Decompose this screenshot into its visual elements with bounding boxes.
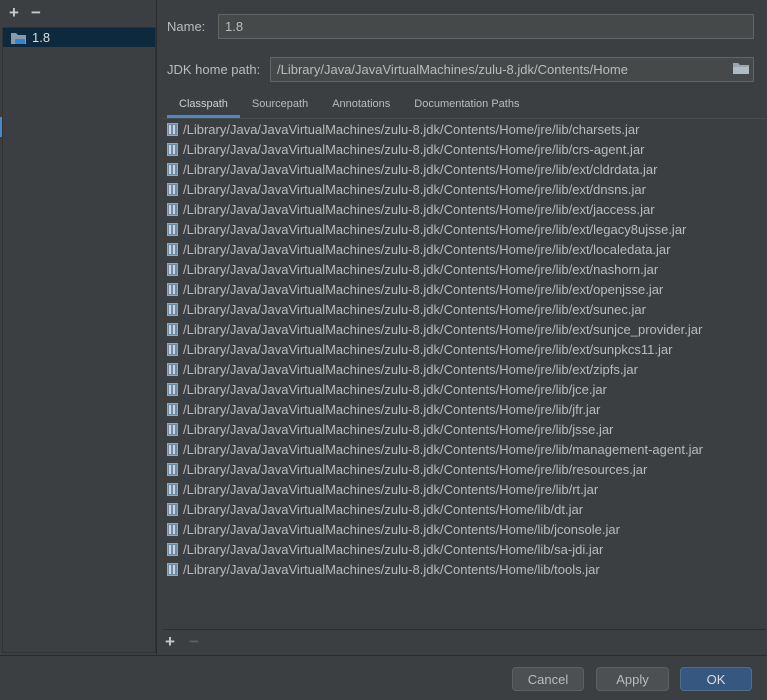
list-item[interactable]: /Library/Java/JavaVirtualMachines/zulu-8… [163,419,766,439]
list-item[interactable]: /Library/Java/JavaVirtualMachines/zulu-8… [163,479,766,499]
tab-classpath[interactable]: Classpath [167,94,240,118]
jar-file-icon [167,282,178,296]
jar-file-icon [167,542,178,556]
sdk-list-panel: + − 1.8 [0,0,157,655]
jar-path-label: /Library/Java/JavaVirtualMachines/zulu-8… [183,521,620,537]
jar-path-label: /Library/Java/JavaVirtualMachines/zulu-8… [183,501,584,517]
ok-button[interactable]: OK [680,667,752,691]
jar-file-icon [167,422,178,436]
list-item[interactable]: /Library/Java/JavaVirtualMachines/zulu-8… [163,239,766,259]
jdk-home-path-field[interactable] [270,57,754,82]
tab-sourcepath[interactable]: Sourcepath [240,94,320,118]
jar-path-label: /Library/Java/JavaVirtualMachines/zulu-8… [183,141,645,157]
list-item[interactable]: /Library/Java/JavaVirtualMachines/zulu-8… [163,399,766,419]
jar-path-label: /Library/Java/JavaVirtualMachines/zulu-8… [183,221,687,237]
jar-path-label: /Library/Java/JavaVirtualMachines/zulu-8… [183,361,638,377]
list-item[interactable]: /Library/Java/JavaVirtualMachines/zulu-8… [163,319,766,339]
classpath-toolbar: + − [163,631,199,653]
list-item[interactable]: /Library/Java/JavaVirtualMachines/zulu-8… [163,279,766,299]
jar-path-label: /Library/Java/JavaVirtualMachines/zulu-8… [183,461,648,477]
list-item[interactable]: /Library/Java/JavaVirtualMachines/zulu-8… [163,439,766,459]
jar-path-label: /Library/Java/JavaVirtualMachines/zulu-8… [183,381,607,397]
jar-path-label: /Library/Java/JavaVirtualMachines/zulu-8… [183,121,640,137]
focus-indicator [0,117,2,137]
jar-file-icon [167,222,178,236]
jdk-home-path-label: JDK home path: [167,62,261,77]
list-item[interactable]: /Library/Java/JavaVirtualMachines/zulu-8… [163,159,766,179]
list-item[interactable]: /Library/Java/JavaVirtualMachines/zulu-8… [163,519,766,539]
list-item[interactable]: /Library/Java/JavaVirtualMachines/zulu-8… [163,179,766,199]
jar-file-icon [167,362,178,376]
remove-sdk-button[interactable]: − [31,3,41,23]
remove-path-button[interactable]: − [189,632,199,652]
jdk-folder-icon [10,31,28,45]
list-item[interactable]: /Library/Java/JavaVirtualMachines/zulu-8… [163,359,766,379]
jar-path-label: /Library/Java/JavaVirtualMachines/zulu-8… [183,421,614,437]
jar-file-icon [167,502,178,516]
jar-path-label: /Library/Java/JavaVirtualMachines/zulu-8… [183,201,655,217]
jar-file-icon [167,242,178,256]
jar-path-label: /Library/Java/JavaVirtualMachines/zulu-8… [183,401,601,417]
jar-file-icon [167,562,178,576]
cancel-button[interactable]: Cancel [512,667,584,691]
list-item[interactable]: /Library/Java/JavaVirtualMachines/zulu-8… [163,259,766,279]
tab-annotations[interactable]: Annotations [320,94,402,118]
jar-path-label: /Library/Java/JavaVirtualMachines/zulu-8… [183,481,599,497]
jar-file-icon [167,442,178,456]
jar-path-label: /Library/Java/JavaVirtualMachines/zulu-8… [183,301,646,317]
jar-file-icon [167,262,178,276]
jar-path-label: /Library/Java/JavaVirtualMachines/zulu-8… [183,181,646,197]
jdk-home-path-container [270,57,754,82]
list-item[interactable]: /Library/Java/JavaVirtualMachines/zulu-8… [163,199,766,219]
jar-file-icon [167,162,178,176]
jar-path-label: /Library/Java/JavaVirtualMachines/zulu-8… [183,241,671,257]
jar-file-icon [167,482,178,496]
sdk-list-toolbar: + − [9,3,41,23]
jar-file-icon [167,202,178,216]
jar-file-icon [167,382,178,396]
jar-file-icon [167,182,178,196]
jar-file-icon [167,462,178,476]
jar-path-label: /Library/Java/JavaVirtualMachines/zulu-8… [183,161,658,177]
list-item[interactable]: /Library/Java/JavaVirtualMachines/zulu-8… [163,559,766,579]
list-item[interactable]: /Library/Java/JavaVirtualMachines/zulu-8… [163,119,766,139]
jar-path-label: /Library/Java/JavaVirtualMachines/zulu-8… [183,281,664,297]
jar-path-label: /Library/Java/JavaVirtualMachines/zulu-8… [183,341,673,357]
tab-documentation-paths[interactable]: Documentation Paths [402,94,531,118]
jar-file-icon [167,322,178,336]
jar-file-icon [167,402,178,416]
jar-path-label: /Library/Java/JavaVirtualMachines/zulu-8… [183,561,600,577]
jar-file-icon [167,342,178,356]
list-item[interactable]: /Library/Java/JavaVirtualMachines/zulu-8… [163,459,766,479]
list-item[interactable]: /Library/Java/JavaVirtualMachines/zulu-8… [163,379,766,399]
jar-path-label: /Library/Java/JavaVirtualMachines/zulu-8… [183,441,704,457]
add-path-button[interactable]: + [165,632,175,652]
list-item[interactable]: /Library/Java/JavaVirtualMachines/zulu-8… [163,499,766,519]
apply-button[interactable]: Apply [596,667,669,691]
name-label: Name: [167,19,206,34]
jar-file-icon [167,142,178,156]
name-field[interactable] [218,14,754,39]
folder-icon[interactable] [732,60,750,76]
jar-file-icon [167,122,178,136]
path-tabs: Classpath Sourcepath Annotations Documen… [167,94,531,118]
add-sdk-button[interactable]: + [9,3,19,23]
sdk-list: 1.8 [2,27,156,653]
list-item[interactable]: /Library/Java/JavaVirtualMachines/zulu-8… [163,219,766,239]
sdk-item-1-8[interactable]: 1.8 [3,28,155,47]
sdk-item-label: 1.8 [32,30,51,45]
jar-file-icon [167,302,178,316]
dialog-footer: Cancel Apply OK [0,655,767,700]
list-item[interactable]: /Library/Java/JavaVirtualMachines/zulu-8… [163,539,766,559]
jar-path-label: /Library/Java/JavaVirtualMachines/zulu-8… [183,321,703,337]
list-item[interactable]: /Library/Java/JavaVirtualMachines/zulu-8… [163,139,766,159]
list-item[interactable]: /Library/Java/JavaVirtualMachines/zulu-8… [163,339,766,359]
jar-path-label: /Library/Java/JavaVirtualMachines/zulu-8… [183,541,604,557]
list-item[interactable]: /Library/Java/JavaVirtualMachines/zulu-8… [163,299,766,319]
jar-path-label: /Library/Java/JavaVirtualMachines/zulu-8… [183,261,659,277]
classpath-list: /Library/Java/JavaVirtualMachines/zulu-8… [163,118,766,630]
jar-file-icon [167,522,178,536]
